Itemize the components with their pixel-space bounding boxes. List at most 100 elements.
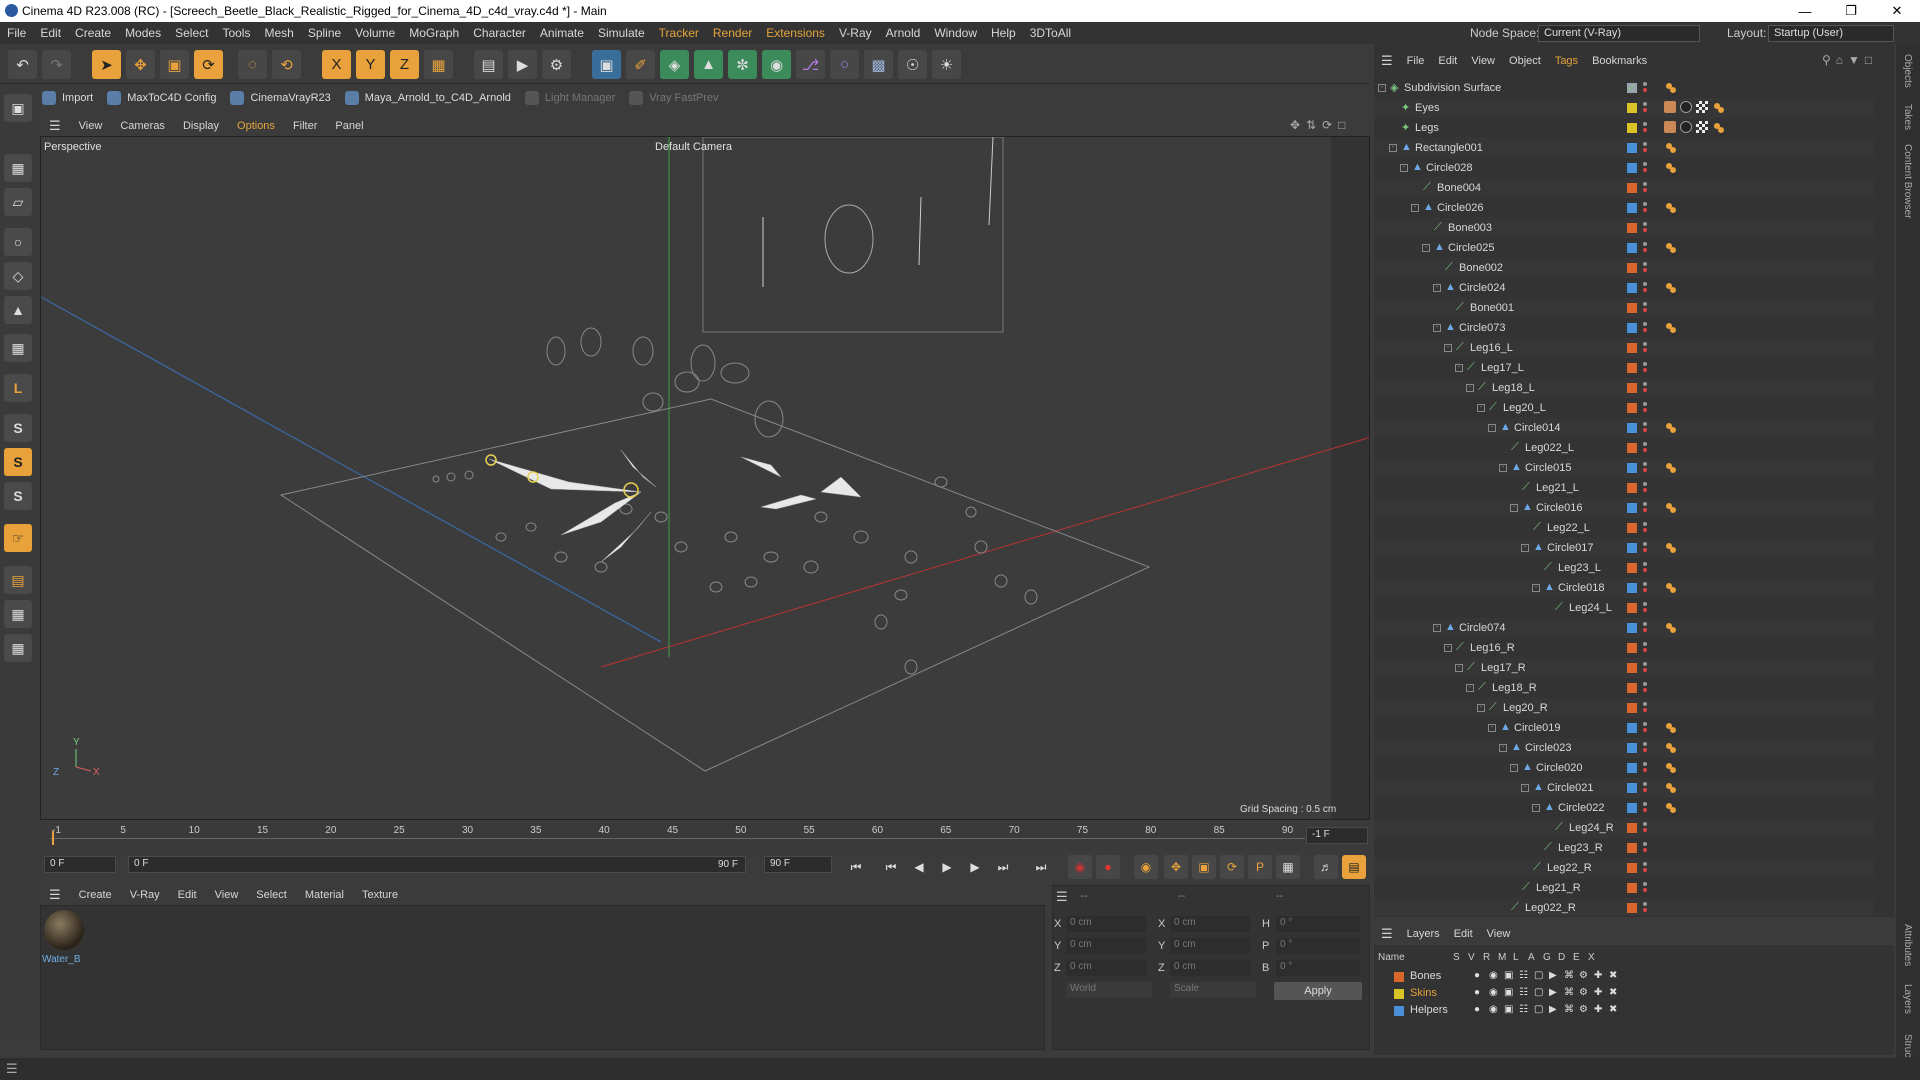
visibility-dots-icon[interactable]	[1643, 162, 1647, 166]
visibility-dots-icon[interactable]	[1643, 202, 1647, 206]
object-row-leg16_l[interactable]: - ⟋ Leg16_L	[1374, 338, 1874, 358]
layer-toggle-icon[interactable]: ◉	[1489, 970, 1498, 981]
motion-tracks-icon[interactable]: ♬	[1314, 855, 1338, 879]
cube-object-icon[interactable]: ▣	[592, 50, 621, 79]
render-picture-viewer-icon[interactable]: ▶	[508, 50, 537, 79]
object-row-circle020[interactable]: - ▲ Circle020	[1374, 758, 1874, 778]
tag-icon[interactable]	[1666, 783, 1672, 789]
layer-toggle-icon[interactable]: ◉	[1489, 1004, 1498, 1015]
key-rotation-icon[interactable]: ⟳	[1220, 855, 1244, 879]
visibility-dots-icon[interactable]	[1643, 502, 1647, 506]
layer-toggle-icon[interactable]: ☷	[1519, 1004, 1528, 1015]
layer-color-swatch[interactable]	[1627, 303, 1637, 313]
object-name[interactable]: Bone002	[1459, 262, 1503, 274]
material-menu-view[interactable]: View	[206, 889, 248, 901]
visibility-dots-icon[interactable]	[1643, 562, 1647, 566]
side-tab-attributes[interactable]: Attributes	[1902, 924, 1913, 966]
layer-toggle-icon[interactable]: ●	[1474, 987, 1480, 998]
layer-color-swatch[interactable]	[1627, 323, 1637, 333]
visibility-dots-icon[interactable]	[1643, 242, 1647, 246]
menu-mesh[interactable]: Mesh	[257, 26, 300, 40]
tree-expand-icon[interactable]: -	[1389, 144, 1397, 152]
tree-expand-icon[interactable]: -	[1499, 464, 1507, 472]
visibility-dots-icon[interactable]	[1643, 842, 1647, 846]
side-tab-objects[interactable]: Objects	[1902, 54, 1913, 88]
menu-render[interactable]: Render	[706, 26, 759, 40]
tree-expand-icon[interactable]: -	[1488, 724, 1496, 732]
menu-select[interactable]: Select	[168, 26, 215, 40]
layer-toggle-icon[interactable]: ◉	[1489, 987, 1498, 998]
layer-toggle-icon[interactable]: ▢	[1534, 1004, 1543, 1015]
visibility-dots-icon[interactable]	[1643, 262, 1647, 266]
minimize-icon[interactable]: —	[1782, 0, 1828, 22]
object-row-circle017[interactable]: - ▲ Circle017	[1374, 538, 1874, 558]
layer-toggle-icon[interactable]: ⌘	[1564, 970, 1574, 981]
visibility-dots-icon[interactable]	[1643, 602, 1647, 606]
material-menu-texture[interactable]: Texture	[353, 889, 407, 901]
objects-menu-view[interactable]: View	[1464, 55, 1502, 67]
layer-color-swatch[interactable]	[1627, 483, 1637, 493]
coordinates-menu-icon[interactable]: ☰	[1056, 889, 1068, 905]
layer-toggle-icon[interactable]: ☷	[1519, 987, 1528, 998]
object-name[interactable]: Leg17_L	[1481, 362, 1524, 374]
layer-name[interactable]: Bones	[1410, 970, 1441, 982]
visibility-dots-icon[interactable]	[1643, 382, 1647, 386]
object-name[interactable]: Circle017	[1547, 542, 1593, 554]
layer-toggle-icon[interactable]: ⌘	[1564, 1004, 1574, 1015]
tag-icon[interactable]	[1666, 83, 1672, 89]
layer-toggle-icon[interactable]: ☷	[1519, 970, 1528, 981]
layer-row-skins[interactable]: Skins ● ◉ ▣ ☷ ▢ ▶ ⌘ ⚙ ✚ ✖	[1374, 985, 1894, 1002]
tree-expand-icon[interactable]: -	[1477, 404, 1485, 412]
menu-v-ray[interactable]: V-Ray	[832, 26, 879, 40]
menu-animate[interactable]: Animate	[533, 26, 591, 40]
tag-icon[interactable]	[1666, 163, 1672, 169]
rot-b-field[interactable]: 0 °	[1276, 960, 1360, 976]
size-x-field[interactable]: 0 cm	[1170, 916, 1250, 932]
script-maya-arnold-to-c4d-arnold[interactable]: Maya_Arnold_to_C4D_Arnold	[344, 91, 511, 105]
pos-z-field[interactable]: 0 cm	[1066, 960, 1146, 976]
object-name[interactable]: Leg18_L	[1492, 382, 1535, 394]
cloner-icon[interactable]: ✼	[728, 50, 757, 79]
object-name[interactable]: Legs	[1415, 122, 1439, 134]
object-name[interactable]: Circle074	[1459, 622, 1505, 634]
layer-color-swatch[interactable]	[1627, 343, 1637, 353]
goto-start-icon[interactable]: ⏮	[845, 857, 867, 877]
layer-color-swatch[interactable]	[1627, 903, 1637, 913]
tag-icon[interactable]	[1666, 583, 1672, 589]
visibility-dots-icon[interactable]	[1643, 442, 1647, 446]
pos-y-field[interactable]: 0 cm	[1066, 938, 1146, 954]
tree-expand-icon[interactable]: -	[1378, 84, 1386, 92]
object-row-leg22_l[interactable]: ⟋ Leg22_L	[1374, 518, 1874, 538]
layer-toggle-icon[interactable]: ✚	[1594, 970, 1602, 981]
layer-toggle-icon[interactable]: ✖	[1609, 987, 1617, 998]
object-name[interactable]: Leg24_R	[1569, 822, 1614, 834]
play-icon[interactable]: ▶	[936, 857, 958, 877]
visibility-dots-icon[interactable]	[1643, 302, 1647, 306]
layer-color-swatch[interactable]	[1627, 823, 1637, 833]
script-maxtoc4d-config[interactable]: MaxToC4D Config	[107, 91, 216, 105]
layer-color-swatch[interactable]	[1627, 763, 1637, 773]
tag-icon[interactable]	[1666, 283, 1672, 289]
move-tool-icon[interactable]: ✥	[126, 50, 155, 79]
layer-toggle-icon[interactable]: ✖	[1609, 970, 1617, 981]
tree-expand-icon[interactable]: -	[1510, 764, 1518, 772]
size-z-field[interactable]: 0 cm	[1170, 960, 1250, 976]
menu-arnold[interactable]: Arnold	[879, 26, 928, 40]
camera-icon[interactable]: ☉	[898, 50, 927, 79]
visibility-dots-icon[interactable]	[1643, 462, 1647, 466]
tree-expand-icon[interactable]: -	[1400, 164, 1408, 172]
layer-color-swatch[interactable]	[1627, 583, 1637, 593]
object-row-leg23_l[interactable]: ⟋ Leg23_L	[1374, 558, 1874, 578]
visibility-dots-icon[interactable]	[1643, 862, 1647, 866]
layer-color-swatch[interactable]	[1627, 423, 1637, 433]
object-name[interactable]: Circle016	[1536, 502, 1582, 514]
key-pla-icon[interactable]: ▦	[1276, 855, 1300, 879]
layer-color-swatch[interactable]	[1627, 503, 1637, 513]
visibility-dots-icon[interactable]	[1643, 902, 1647, 906]
object-row-circle014[interactable]: - ▲ Circle014	[1374, 418, 1874, 438]
object-name[interactable]: Circle023	[1525, 742, 1571, 754]
menu-tools[interactable]: Tools	[215, 26, 257, 40]
object-name[interactable]: Circle015	[1525, 462, 1571, 474]
rot-h-field[interactable]: 0 °	[1276, 916, 1360, 932]
tree-expand-icon[interactable]: -	[1444, 644, 1452, 652]
